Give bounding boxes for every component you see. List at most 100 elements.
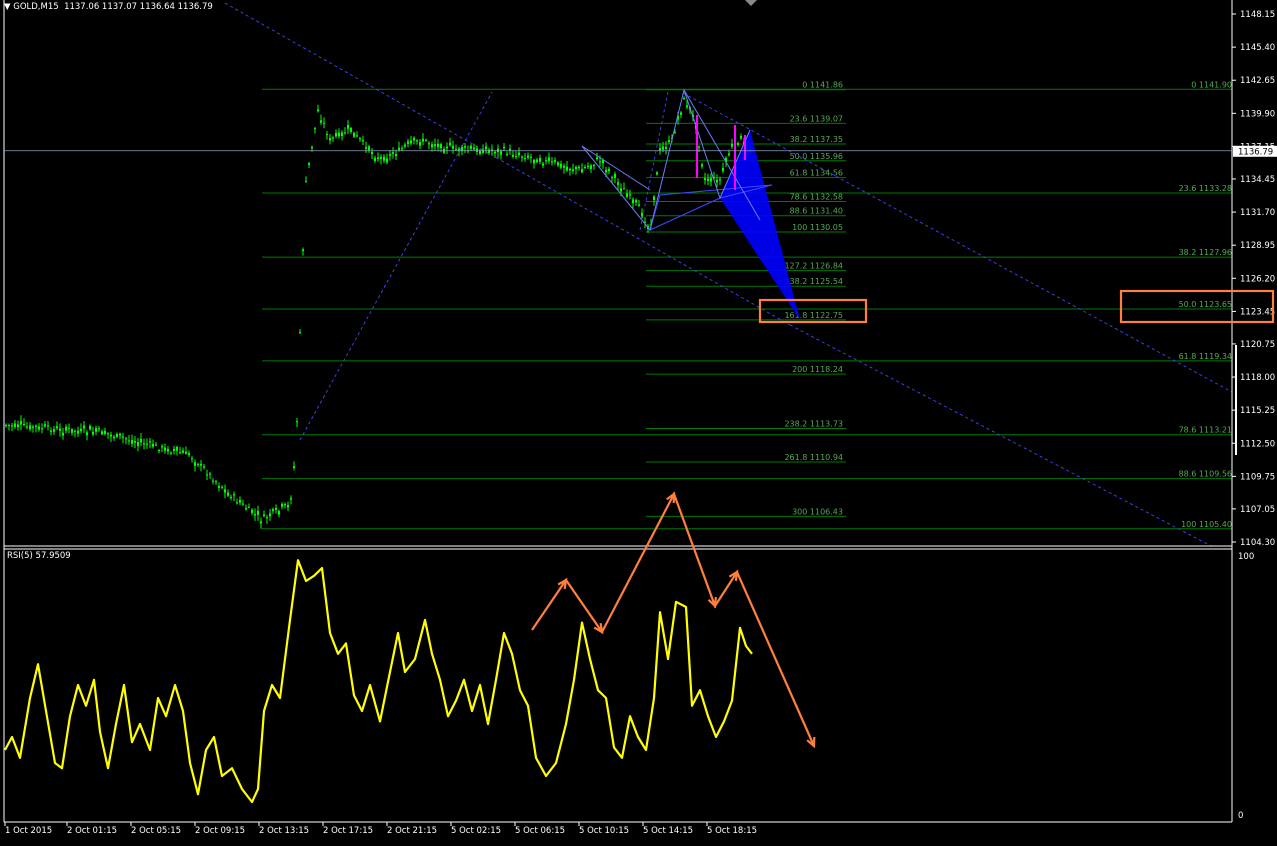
candle-body: [554, 160, 556, 163]
candle-body: [632, 199, 634, 204]
candle-body: [272, 509, 274, 512]
fib-right-label: 23.6 1133.28: [1179, 184, 1232, 193]
fib-right-label: 50.0 1123.65: [1179, 300, 1232, 309]
candle-body: [101, 431, 103, 435]
candle-body: [59, 428, 61, 431]
candle-body: [437, 143, 439, 147]
price-tick-label: 1104.30: [1240, 538, 1275, 548]
candle-body: [74, 430, 76, 432]
candle-body: [293, 466, 295, 469]
candle-body: [374, 157, 376, 161]
menu-triangle-icon[interactable]: ▼: [4, 2, 13, 12]
candle-body: [128, 440, 130, 442]
candle-body: [80, 428, 82, 432]
price-tick-label: 1120.75: [1240, 340, 1275, 350]
candle-body: [512, 154, 514, 157]
candle-body: [332, 137, 334, 139]
trading-chart-window[interactable]: 0 1141.86 23.6 1139.07 38.2 1137.35 50.0 11…: [0, 0, 1277, 842]
fib-right-label: 0 1141.90: [1191, 80, 1232, 89]
candle-body: [431, 144, 433, 148]
channel-lower-trendline[interactable]: [789, 324, 1216, 549]
rising-trendline[interactable]: [299, 91, 493, 441]
rsi-header: RSI(5) 57.9509: [7, 551, 71, 561]
candle-body: [257, 510, 259, 515]
time-label: 2 Oct 09:15: [195, 826, 245, 836]
fib-left-label: 61.8 1134.56: [790, 169, 843, 178]
candle-body: [221, 486, 223, 488]
candle-body: [95, 428, 97, 432]
candle-body: [92, 431, 94, 435]
candle-body: [719, 179, 721, 181]
candle-body: [635, 200, 637, 203]
candle-body: [314, 128, 316, 130]
candle-body: [566, 166, 568, 171]
candle-body: [710, 178, 712, 182]
candle-body: [119, 433, 121, 436]
candle-body: [620, 188, 622, 192]
candle-body: [158, 450, 160, 452]
fib-right-label: 88.6 1109.56: [1179, 470, 1232, 479]
candle-body: [353, 132, 355, 137]
candle-body: [401, 148, 403, 150]
candle-body: [362, 140, 364, 142]
candle-body: [593, 164, 595, 166]
candle-body: [659, 148, 661, 151]
candle-body: [479, 150, 481, 154]
scroll-marker-icon[interactable]: [745, 0, 757, 6]
candle-body: [428, 143, 430, 145]
candle-body: [419, 142, 421, 146]
candle-body: [653, 196, 655, 201]
candle-body: [722, 168, 724, 172]
candle-body: [263, 514, 265, 517]
candle-body: [287, 504, 289, 508]
candle-body: [521, 156, 523, 158]
candle-body: [728, 153, 730, 156]
candle-body: [203, 466, 205, 468]
candle-body: [563, 165, 565, 168]
candle-body: [206, 474, 208, 476]
candle-body: [317, 109, 319, 112]
candle-body: [350, 127, 352, 132]
candle-body: [281, 503, 283, 507]
candle-body: [380, 156, 382, 159]
candle-body: [383, 156, 385, 161]
fib-left-label: 300 1106.43: [792, 507, 843, 516]
candle-body: [476, 148, 478, 152]
candle-body: [185, 451, 187, 454]
candle-body: [548, 157, 550, 161]
candle-body: [14, 423, 16, 427]
candle-body: [89, 425, 91, 430]
candle-body: [230, 496, 232, 499]
candle-body: [17, 424, 19, 428]
price-chart-canvas[interactable]: 0 1141.86 23.6 1139.07 38.2 1137.35 50.0 11…: [0, 0, 1277, 842]
candle-body: [116, 433, 118, 437]
price-tick-label: 1142.65: [1240, 76, 1275, 86]
candle-body: [392, 152, 394, 154]
fib-left-label: 50.0 1135.96: [790, 152, 843, 161]
price-tick-label: 1131.70: [1240, 208, 1275, 218]
time-label: 2 Oct 01:15: [67, 826, 117, 836]
candle-body: [83, 425, 85, 429]
rsi-tick-100: 100: [1238, 552, 1254, 562]
price-tick-label: 1126.20: [1240, 274, 1275, 284]
candle-body: [191, 458, 193, 460]
candle-body: [641, 212, 643, 217]
time-label: 2 Oct 13:15: [259, 826, 309, 836]
candle-body: [26, 426, 28, 428]
candle-body: [539, 157, 541, 162]
symbol-timeframe: GOLD,M15: [13, 2, 59, 12]
candle-body: [242, 503, 244, 505]
candle-body: [608, 168, 610, 172]
fib-left-label: 78.6 1132.58: [790, 192, 843, 201]
candle-body: [65, 426, 67, 431]
candle-body: [266, 517, 268, 519]
candle-body: [290, 498, 292, 500]
price-tick-label: 1123.45: [1240, 307, 1275, 317]
candle-body: [344, 132, 346, 134]
candle-body: [590, 165, 592, 169]
pattern-leg-xa[interactable]: [581, 145, 651, 191]
candle-body: [629, 194, 631, 196]
candle-body: [377, 157, 379, 160]
current-price-label: 1136.79: [1238, 147, 1273, 157]
candle-body: [146, 443, 148, 445]
